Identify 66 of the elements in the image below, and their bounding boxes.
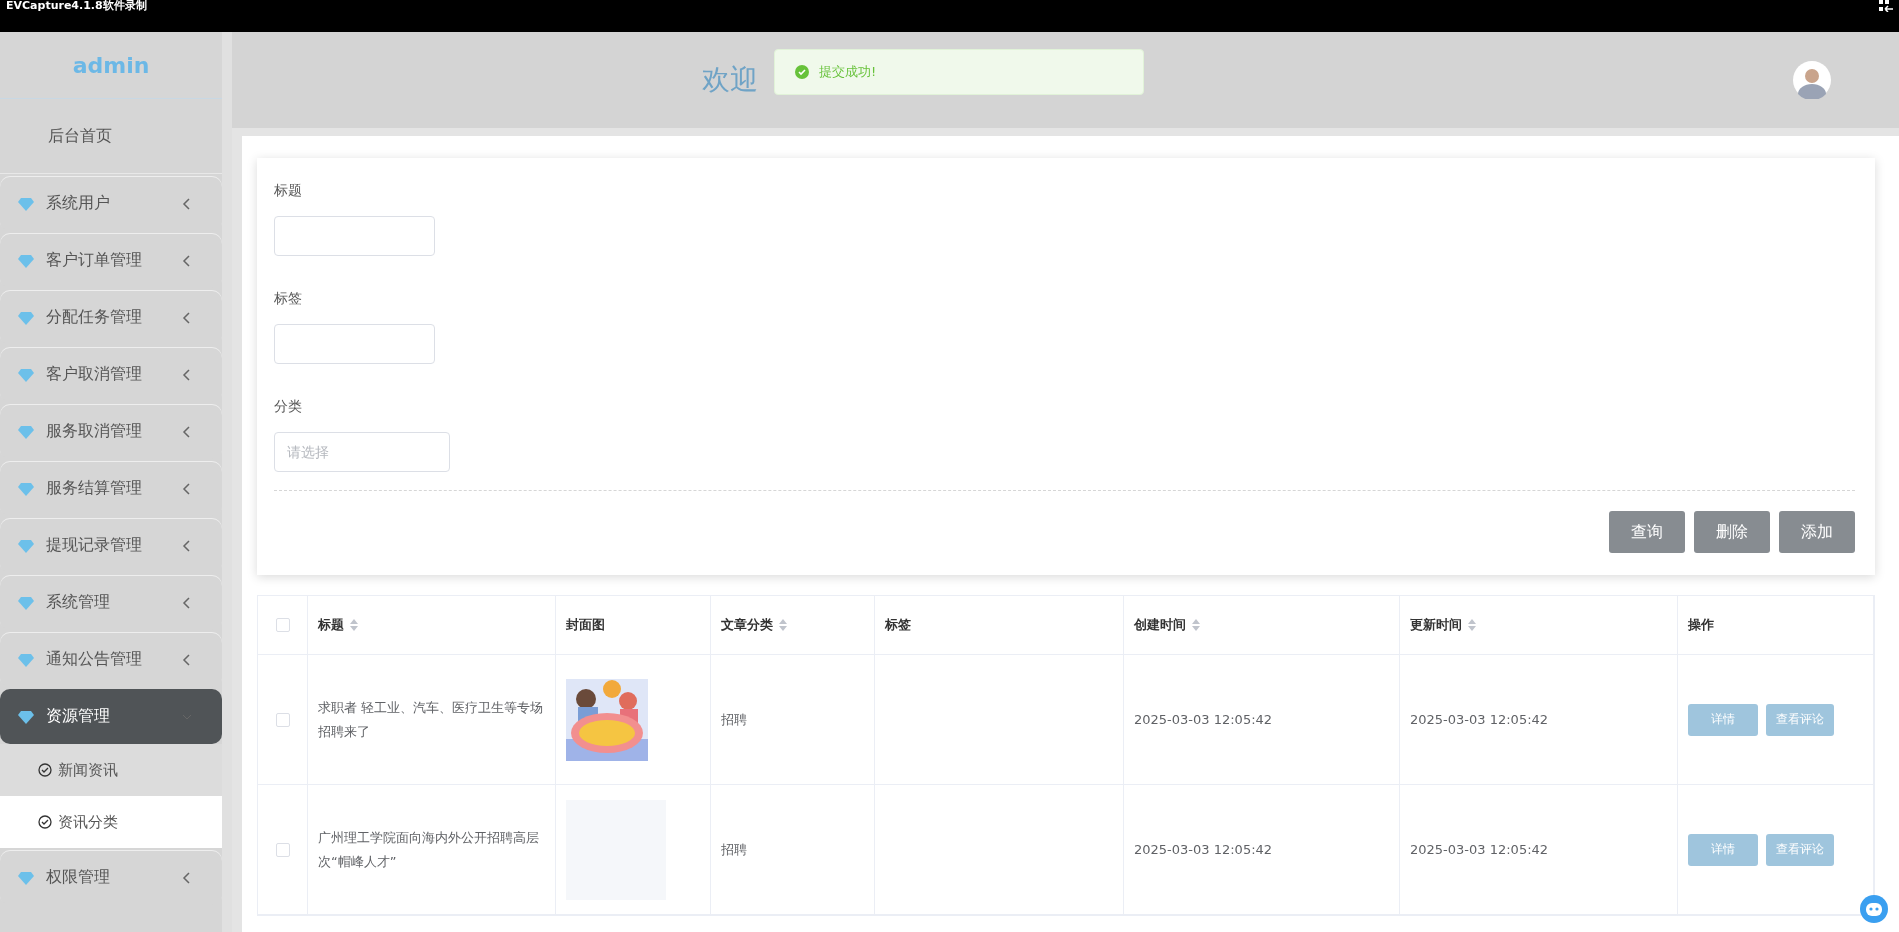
column-header: 封面图: [566, 616, 605, 634]
toast-message: 提交成功!: [819, 63, 877, 81]
check-circle-icon: [38, 815, 52, 829]
diamond-icon: [18, 196, 34, 211]
sidebar-item[interactable]: 资源管理: [0, 689, 222, 744]
collapse-icon[interactable]: [1879, 0, 1893, 12]
table-cell-text: 2025-03-03 12:05:42: [1134, 710, 1273, 729]
chevron-icon: [182, 653, 192, 666]
input-field[interactable]: [274, 216, 435, 256]
field-label: 分类: [274, 398, 303, 416]
diamond-icon: [18, 481, 34, 496]
column-header: 文章分类: [721, 616, 773, 634]
column-header: 标题: [318, 616, 344, 634]
success-icon: [795, 65, 809, 79]
chevron-icon: [182, 871, 192, 884]
select-field[interactable]: 请选择: [274, 432, 450, 472]
chevron-icon: [182, 539, 192, 552]
sort-icon[interactable]: [350, 619, 358, 631]
action-button[interactable]: 添加: [1779, 511, 1855, 553]
diamond-icon: [18, 652, 34, 667]
table-cell-text: 2025-03-03 12:05:42: [1134, 840, 1273, 859]
input-field[interactable]: [274, 324, 435, 364]
diamond-icon: [18, 538, 34, 553]
table-cell-text: 2025-03-03 12:05:42: [1410, 840, 1549, 859]
chevron-icon: [182, 596, 192, 609]
column-header: 标签: [885, 616, 911, 634]
submenu-item[interactable]: 新闻资讯: [0, 744, 222, 796]
diamond-icon: [18, 870, 34, 885]
checkbox[interactable]: [275, 842, 290, 857]
chevron-icon: [182, 254, 192, 267]
diamond-icon: [18, 253, 34, 268]
table-cell-text: 招聘: [721, 710, 747, 729]
table-cell-text: 求职者 轻工业、汽车、医疗卫生等专场招聘来了: [318, 698, 545, 741]
recorder-title: EVCapture4.1.8软件录制: [6, 0, 147, 12]
diamond-icon: [18, 424, 34, 439]
table-cell-text: 2025-03-03 12:05:42: [1410, 710, 1549, 729]
column-header: 更新时间: [1410, 616, 1462, 634]
chevron-icon: [182, 311, 192, 324]
diamond-icon: [18, 709, 34, 724]
checkbox[interactable]: [275, 712, 290, 727]
column-header: 创建时间: [1134, 616, 1186, 634]
checkbox[interactable]: [275, 618, 290, 632]
diamond-icon: [18, 310, 34, 325]
chevron-icon: [182, 197, 192, 210]
field-label: 标题: [274, 182, 303, 200]
column-header: 操作: [1688, 616, 1714, 634]
action-button[interactable]: 查询: [1609, 511, 1685, 553]
action-button[interactable]: 删除: [1694, 511, 1770, 553]
sidebar-item[interactable]: 后台首页: [0, 99, 222, 174]
diamond-icon: [18, 367, 34, 382]
table-cell-text: 招聘: [721, 840, 747, 859]
brand-name: admin: [0, 32, 222, 99]
sort-icon[interactable]: [1468, 619, 1476, 631]
sort-icon[interactable]: [1192, 619, 1200, 631]
sort-icon[interactable]: [779, 619, 787, 631]
chat-bot-icon[interactable]: [1859, 894, 1889, 924]
field-label: 标签: [274, 290, 303, 308]
diamond-icon: [18, 595, 34, 610]
avatar-icon[interactable]: [1793, 61, 1831, 99]
check-circle-icon: [38, 763, 52, 777]
chevron-icon: [182, 425, 192, 438]
welcome-title: 欢迎: [702, 62, 758, 98]
submenu-item[interactable]: 资讯分类: [0, 796, 222, 848]
chevron-icon: [182, 368, 192, 381]
chevron-icon: [182, 482, 192, 495]
table-cell-text: 广州理工学院面向海内外公开招聘高层次“帽峰人才”: [318, 828, 540, 871]
